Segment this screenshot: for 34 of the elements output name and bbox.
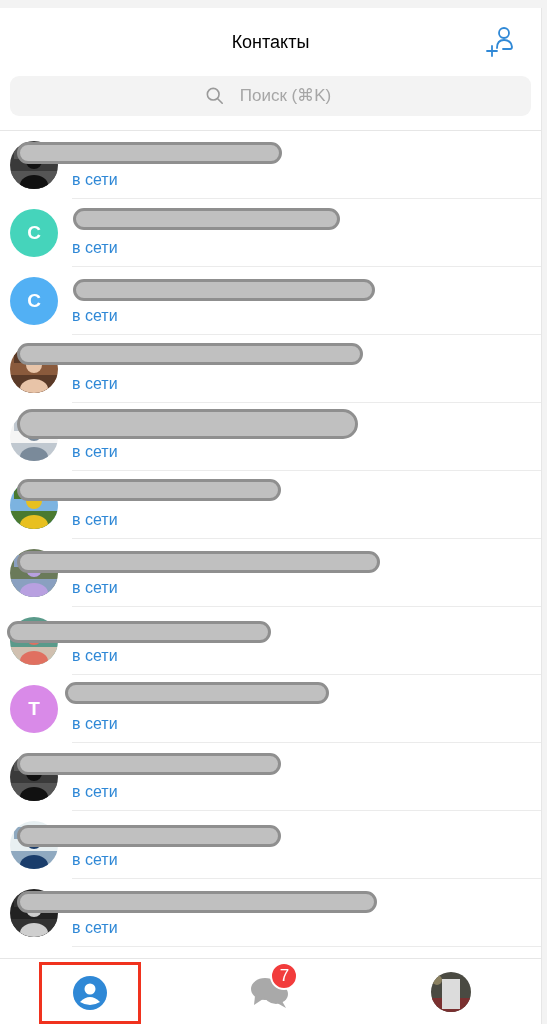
online-status: в сети (72, 920, 119, 936)
online-status: в сети (72, 376, 119, 392)
contact-row[interactable]: в сети (0, 607, 541, 675)
unread-badge: 7 (270, 961, 299, 990)
search-field[interactable]: Поиск (⌘K) (10, 76, 531, 116)
contact-row[interactable]: в сети (0, 539, 541, 607)
online-status: в сети (72, 240, 119, 256)
online-status: в сети (72, 716, 119, 732)
contact-row[interactable]: в сети (0, 131, 541, 199)
user-icon (73, 975, 108, 1010)
online-status: в сети (72, 172, 119, 188)
contact-row[interactable]: в сети (0, 403, 541, 471)
tab-button[interactable] (39, 961, 142, 1024)
contact-row[interactable]: в сети (0, 471, 541, 539)
online-status: в сети (72, 308, 119, 324)
tab-button[interactable]: 7 (219, 960, 322, 1023)
contact-row[interactable]: в сети (0, 743, 541, 811)
contact-row[interactable]: в сети (0, 879, 541, 947)
online-status: в сети (72, 580, 119, 596)
online-status: в сети (72, 784, 119, 800)
contact-row[interactable]: в сети (0, 811, 541, 879)
contact-avatar: Т (10, 685, 58, 733)
online-status: в сети (72, 852, 119, 868)
page-title: Контакты (231, 30, 310, 54)
search-icon (206, 87, 224, 105)
contact-row[interactable]: С в сети (0, 267, 541, 335)
contact-row[interactable]: С в сети (0, 199, 541, 267)
contact-avatar: С (10, 209, 58, 257)
online-status: в сети (72, 648, 119, 664)
contact-avatar: С (10, 277, 58, 325)
contact-row[interactable]: в сети (0, 335, 541, 403)
contact-row[interactable]: Т в сети (0, 675, 541, 743)
online-status: в сети (72, 444, 119, 460)
online-status: в сети (72, 512, 119, 528)
